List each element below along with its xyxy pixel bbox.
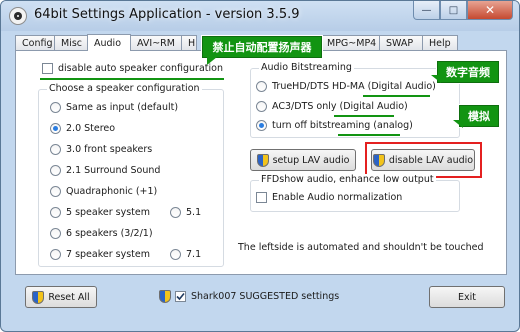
minimize-button[interactable]: — (413, 1, 440, 20)
radio-button[interactable] (50, 123, 61, 134)
speaker-option-3-0-front[interactable]: 3.0 front speakers (50, 144, 152, 155)
shield-icon (159, 290, 171, 303)
speaker-option-label: 3.0 front speakers (66, 144, 153, 155)
bitstream-option-truehd[interactable]: TrueHD/DTS HD-MA (Digital Audio) (256, 81, 436, 92)
speaker-config-group-title: Choose a speaker configuration (47, 83, 202, 94)
exit-label: Exit (458, 291, 476, 303)
suggested-settings-checkbox[interactable]: Shark007 SUGGESTED settings (159, 290, 339, 303)
bitstream-option-label: turn off bitstreaming (analog) (272, 120, 413, 131)
callout-pointer (207, 57, 217, 65)
radio-button[interactable] (50, 165, 61, 176)
radio-button[interactable] (50, 144, 61, 155)
speaker-option-label: 5.1 (186, 207, 202, 218)
tab-help[interactable]: Help (422, 35, 458, 50)
speaker-option-label: 2.0 Stereo (66, 123, 116, 134)
tab-mpg-mp4[interactable]: MPG~MP4 (320, 35, 380, 50)
annotation-underline (338, 134, 400, 136)
bitstream-option-turn-off[interactable]: turn off bitstreaming (analog) (256, 120, 413, 131)
radio-button[interactable] (256, 120, 267, 131)
bitstreaming-group-title: Audio Bitstreaming (259, 62, 354, 73)
speaker-option-same-as-input[interactable]: Same as input (default) (50, 102, 178, 113)
speaker-option-5-1[interactable]: 5.1 (170, 207, 201, 218)
callout-pointer (453, 120, 463, 128)
reset-all-button[interactable]: Reset All (25, 286, 97, 308)
highlight-box (365, 142, 482, 178)
disable-speaker-config-label: disable auto speaker configuration (58, 63, 223, 74)
speaker-option-6-speakers[interactable]: 6 speakers (3/2/1) (50, 228, 153, 239)
callout-pointer (431, 75, 441, 83)
ffdshow-group-title: FFDshow audio, enhance low output (259, 174, 436, 185)
window-title: 64bit Settings Application - version 3.5… (34, 7, 300, 22)
bitstream-option-label: AC3/DTS only (Digital Audio) (272, 101, 408, 112)
shield-icon (32, 290, 45, 304)
radio-button[interactable] (256, 81, 267, 92)
tab-audio[interactable]: Audio (87, 34, 131, 51)
speaker-option-label: 7.1 (186, 249, 202, 260)
speaker-option-5-speaker[interactable]: 5 speaker system (50, 207, 150, 218)
annotation-analog: 模拟 (459, 105, 499, 127)
audio-normalization-label: Enable Audio normalization (272, 192, 403, 203)
audio-normalization-checkbox[interactable]: Enable Audio normalization (256, 192, 402, 203)
speaker-config-group: Choose a speaker configuration (38, 83, 224, 267)
radio-button[interactable] (50, 228, 61, 239)
tab-misc[interactable]: Misc (54, 35, 88, 50)
maximize-button[interactable]: □ (440, 1, 467, 20)
disable-speaker-config-checkbox[interactable]: disable auto speaker configuration (42, 63, 223, 74)
speaker-option-2-0-stereo[interactable]: 2.0 Stereo (50, 123, 115, 134)
app-icon (9, 7, 27, 25)
annotation-underline (40, 78, 224, 80)
annotation-underline (363, 95, 430, 97)
footnote-text: The leftside is automated and shouldn't … (238, 242, 484, 253)
annotation-digital-audio: 数字音频 (437, 61, 499, 83)
radio-button[interactable] (50, 102, 61, 113)
setup-lav-audio-label: setup LAV audio (272, 154, 350, 166)
tab-h[interactable]: H (181, 35, 197, 50)
exit-button[interactable]: Exit (429, 286, 505, 308)
radio-button[interactable] (170, 249, 181, 260)
radio-button[interactable] (50, 186, 61, 197)
checkmark-icon (176, 292, 185, 301)
radio-button[interactable] (170, 207, 181, 218)
annotation-underline (334, 115, 394, 117)
speaker-option-label: 2.1 Surround Sound (66, 165, 161, 176)
speaker-option-7-speaker[interactable]: 7 speaker system (50, 249, 150, 260)
app-window: 64bit Settings Application - version 3.5… (0, 0, 520, 332)
checkbox-box[interactable] (42, 63, 53, 74)
annotation-disable-speaker: 禁止自动配置扬声器 (202, 36, 322, 58)
suggested-settings-label: Shark007 SUGGESTED settings (191, 291, 340, 302)
radio-button[interactable] (50, 207, 61, 218)
speaker-option-label: Quadraphonic (+1) (66, 186, 158, 197)
radio-button[interactable] (256, 101, 267, 112)
speaker-option-label: 6 speakers (3/2/1) (66, 228, 153, 239)
bitstream-option-label: TrueHD/DTS HD-MA (Digital Audio) (272, 81, 436, 92)
audio-panel: disable auto speaker configuration Choos… (15, 50, 507, 275)
bitstream-option-ac3-dts[interactable]: AC3/DTS only (Digital Audio) (256, 101, 408, 112)
speaker-option-7-1[interactable]: 7.1 (170, 249, 201, 260)
speaker-option-label: Same as input (default) (66, 102, 179, 113)
setup-lav-audio-button[interactable]: setup LAV audio (250, 149, 356, 171)
shield-icon (256, 153, 269, 167)
tab-config[interactable]: Config (15, 35, 55, 50)
tab-avi-rm[interactable]: AVI~RM (130, 35, 182, 50)
speaker-option-2-1-surround[interactable]: 2.1 Surround Sound (50, 165, 160, 176)
close-button[interactable]: ✕ (467, 1, 513, 20)
checkbox-box[interactable] (175, 291, 186, 302)
speaker-option-label: 5 speaker system (66, 207, 150, 218)
radio-button[interactable] (50, 249, 61, 260)
caption-buttons: — □ ✕ (413, 1, 513, 20)
speaker-option-label: 7 speaker system (66, 249, 150, 260)
checkbox-box[interactable] (256, 192, 267, 203)
title-bar: 64bit Settings Application - version 3.5… (1, 1, 519, 31)
tab-swap[interactable]: SWAP (379, 35, 423, 50)
speaker-option-quadraphonic[interactable]: Quadraphonic (+1) (50, 186, 157, 197)
reset-all-label: Reset All (48, 291, 90, 303)
